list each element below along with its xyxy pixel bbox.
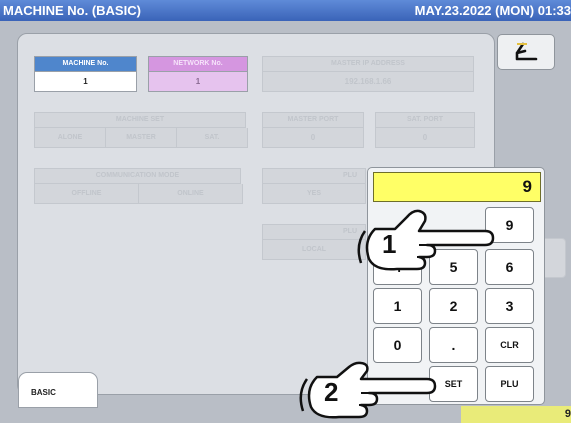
- return-arrow-icon: [515, 42, 538, 61]
- plu-field-label: PLU: [262, 168, 366, 184]
- master-port-field: MASTER PORT 0: [262, 112, 364, 148]
- keypad-display: 9: [373, 172, 541, 202]
- sat-port-label: SAT. PORT: [375, 112, 475, 128]
- key-clr[interactable]: CLR: [485, 327, 534, 363]
- option-offline: OFFLINE: [34, 184, 139, 204]
- option-local: LOCAL: [262, 240, 366, 260]
- plu-location-header: PLU: [262, 224, 366, 240]
- communication-mode-header: COMMUNICATION MODE: [34, 168, 241, 184]
- option-sat: SAT.: [177, 128, 248, 148]
- option-master: MASTER: [106, 128, 177, 148]
- key-decimal[interactable]: .: [429, 327, 478, 363]
- key-2[interactable]: 2: [429, 288, 478, 324]
- title-bar: MACHINE No. (BASIC) MAY.23.2022 (MON) 01…: [0, 0, 571, 21]
- communication-mode-label: COMMUNICATION MODE: [34, 168, 241, 184]
- machine-no-field[interactable]: MACHINE No. 1: [34, 56, 137, 92]
- machine-set-header: MACHINE SET: [34, 112, 246, 128]
- pointing-hand-icon: 1: [357, 209, 495, 271]
- option-online: ONLINE: [139, 184, 243, 204]
- plu-location-label: PLU: [262, 224, 366, 240]
- master-port-value: 0: [262, 128, 364, 148]
- network-no-field[interactable]: NETWORK No. 1: [148, 56, 248, 92]
- master-port-label: MASTER PORT: [262, 112, 364, 128]
- step-2-label: 2: [324, 377, 338, 407]
- machine-no-label: MACHINE No.: [34, 56, 137, 72]
- communication-mode-options: OFFLINE ONLINE: [34, 184, 243, 204]
- master-ip-label: MASTER IP ADDRESS: [262, 56, 474, 72]
- step-1-label: 1: [382, 229, 396, 259]
- master-ip-field: MASTER IP ADDRESS 192.168.1.66: [262, 56, 474, 92]
- plu-field-header: PLU: [262, 168, 366, 184]
- return-button[interactable]: [497, 34, 555, 70]
- status-bar: 9: [461, 406, 571, 423]
- network-no-label: NETWORK No.: [148, 56, 248, 72]
- master-ip-value: 192.168.1.66: [262, 72, 474, 92]
- key-plu[interactable]: PLU: [485, 366, 534, 402]
- option-yes: YES: [262, 184, 366, 204]
- option-alone: ALONE: [34, 128, 106, 148]
- keypad-display-value: 9: [522, 177, 532, 196]
- status-value: 9: [564, 408, 571, 420]
- machine-no-value: 1: [34, 72, 137, 92]
- sat-port-value: 0: [375, 128, 475, 148]
- date-time: MAY.23.2022 (MON) 01:33: [414, 3, 571, 18]
- sat-port-field: SAT. PORT 0: [375, 112, 475, 148]
- plu-field-options: YES: [262, 184, 366, 204]
- key-0[interactable]: 0: [373, 327, 422, 363]
- machine-set-options: ALONE MASTER SAT.: [34, 128, 248, 148]
- tab-basic-label: BASIC: [31, 388, 56, 397]
- pointing-hand-icon: 2: [299, 361, 437, 419]
- tab-basic[interactable]: BASIC: [18, 372, 98, 408]
- screen-title: MACHINE No. (BASIC): [3, 3, 141, 18]
- key-1[interactable]: 1: [373, 288, 422, 324]
- key-3[interactable]: 3: [485, 288, 534, 324]
- machine-set-label: MACHINE SET: [34, 112, 246, 128]
- plu-location-options: LOCAL: [262, 240, 366, 260]
- network-no-value: 1: [148, 72, 248, 92]
